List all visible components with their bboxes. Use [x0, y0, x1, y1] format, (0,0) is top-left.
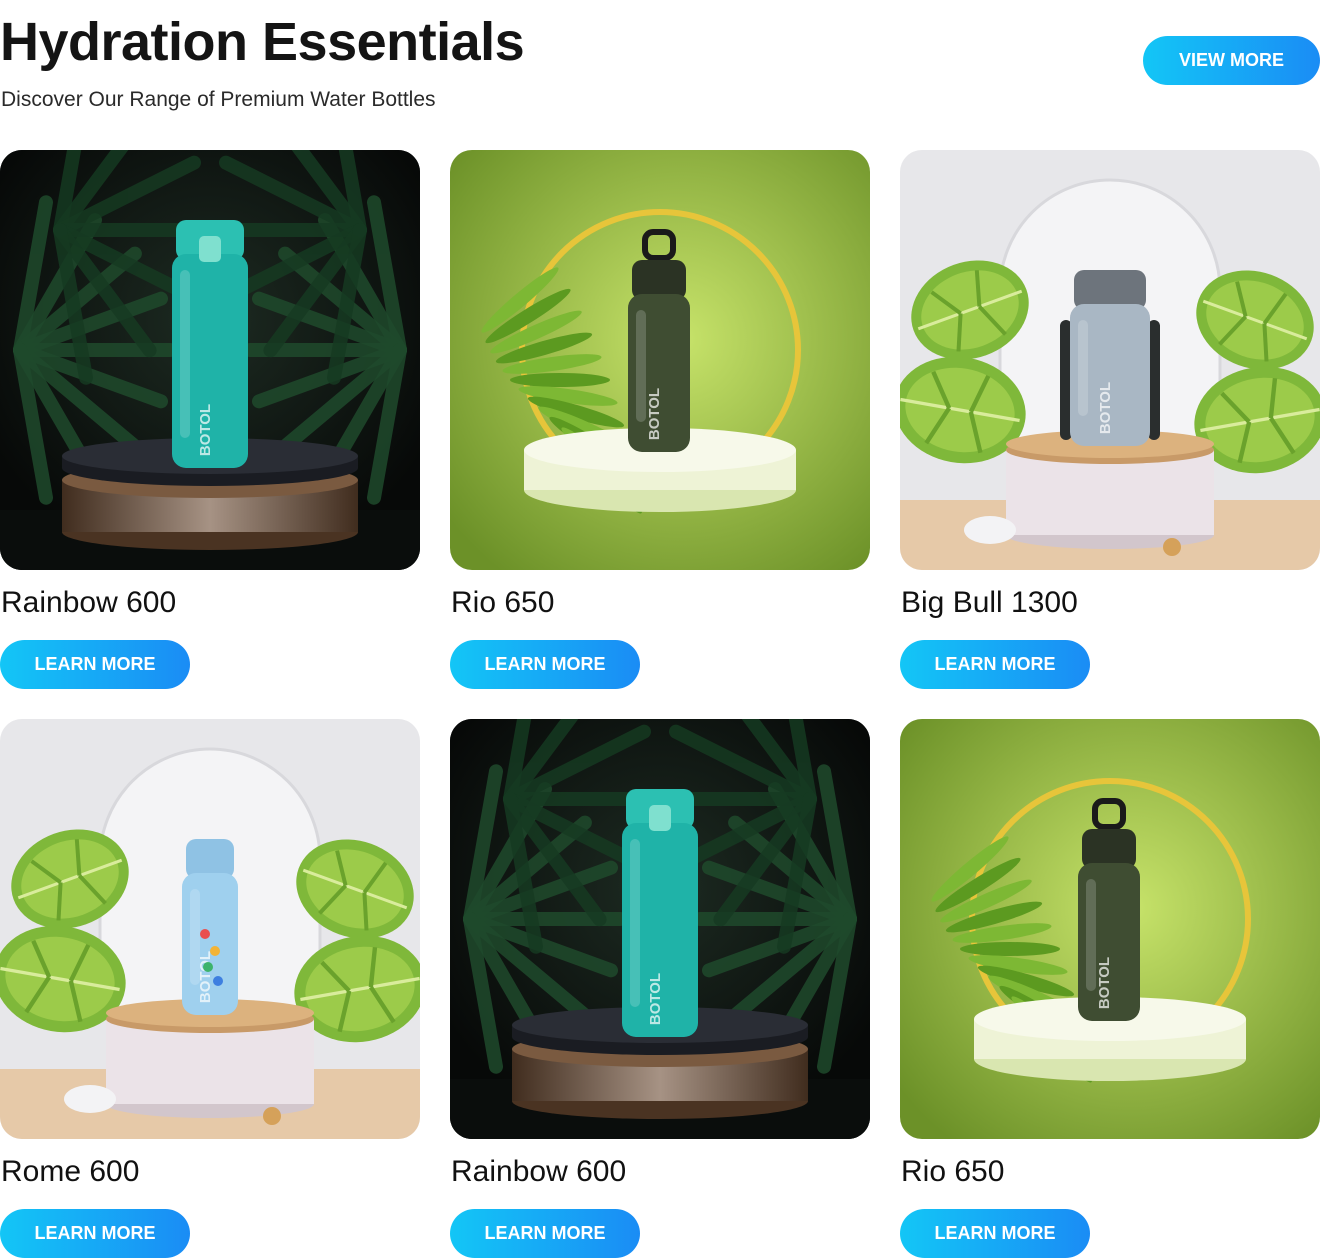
learn-more-button[interactable]: LEARN MORE [900, 1209, 1090, 1258]
product-photo: BOTOL [900, 150, 1320, 570]
product-image[interactable]: BOTOL [450, 150, 870, 570]
product-card: BOTOL Rio 650 LEARN MORE [450, 150, 870, 690]
product-name: Rio 650 [451, 586, 555, 619]
product-photo: BOTOL [0, 719, 420, 1139]
product-card: BOTOL Rainbow 600 LEARN MORE [450, 719, 870, 1258]
learn-more-button[interactable]: LEARN MORE [900, 640, 1090, 689]
product-image[interactable]: BOTOL [450, 719, 870, 1139]
product-name: Rainbow 600 [1, 586, 177, 619]
product-photo: BOTOL [900, 719, 1320, 1139]
section-header: Hydration Essentials Discover Our Range … [0, 0, 1320, 120]
product-name: Rio 650 [901, 1155, 1005, 1188]
product-image[interactable]: BOTOL [900, 150, 1320, 570]
svg-text:BOTOL: BOTOL [1096, 957, 1113, 1009]
product-card: BOTOL Big Bull 1300 LEARN MORE [900, 150, 1320, 690]
product-image[interactable]: BOTOL [900, 719, 1320, 1139]
product-photo: BOTOL [450, 719, 870, 1139]
product-name: Big Bull 1300 [901, 586, 1078, 619]
product-card: BOTOL Rio 650 LEARN MORE [900, 719, 1320, 1258]
product-photo: BOTOL [0, 150, 420, 570]
product-image[interactable]: BOTOL [0, 150, 420, 570]
svg-text:BOTOL: BOTOL [197, 404, 214, 456]
product-image[interactable]: BOTOL [0, 719, 420, 1139]
learn-more-button[interactable]: LEARN MORE [450, 1209, 640, 1258]
page-title: Hydration Essentials [0, 12, 525, 72]
product-card: BOTOL Rome 600 LEARN MORE [0, 719, 420, 1258]
product-card: BOTOL Rainbow 600 LEARN MORE [0, 150, 420, 690]
product-name: Rainbow 600 [451, 1155, 627, 1188]
svg-text:BOTOL: BOTOL [646, 388, 663, 440]
product-photo: BOTOL [450, 150, 870, 570]
page-subtitle: Discover Our Range of Premium Water Bott… [1, 88, 436, 111]
view-more-button[interactable]: VIEW MORE [1143, 36, 1320, 85]
svg-text:BOTOL: BOTOL [647, 973, 664, 1025]
learn-more-button[interactable]: LEARN MORE [0, 1209, 190, 1258]
svg-text:BOTOL: BOTOL [1097, 382, 1114, 434]
learn-more-button[interactable]: LEARN MORE [0, 640, 190, 689]
learn-more-button[interactable]: LEARN MORE [450, 640, 640, 689]
product-name: Rome 600 [1, 1155, 140, 1188]
svg-text:BOTOL: BOTOL [197, 951, 214, 1003]
